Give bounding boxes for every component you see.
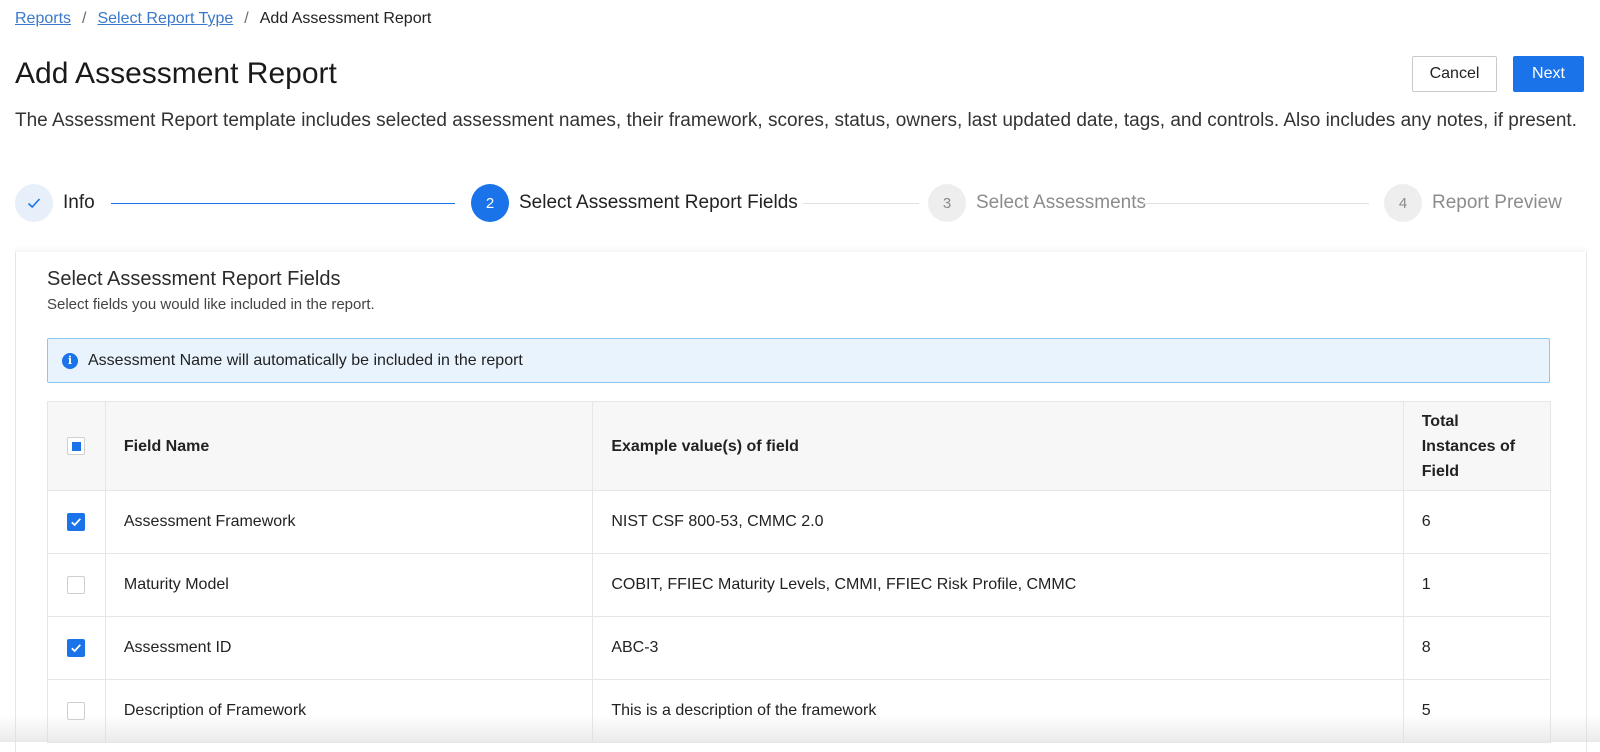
cancel-button[interactable]: Cancel	[1412, 56, 1497, 92]
field-total: 8	[1402, 616, 1552, 680]
column-header-total: Total Instances of Field	[1402, 401, 1552, 491]
column-header-field-name: Field Name	[104, 401, 594, 491]
step-label: Report Preview	[1432, 192, 1562, 213]
breadcrumb-separator: /	[82, 10, 87, 27]
field-name: Maturity Model	[104, 553, 594, 617]
page-description: The Assessment Report template includes …	[15, 110, 1577, 131]
breadcrumb-link-select-report-type[interactable]: Select Report Type	[97, 10, 233, 28]
breadcrumb-current: Add Assessment Report	[259, 10, 432, 27]
field-example: COBIT, FFIEC Maturity Levels, CMMI, FFIE…	[592, 553, 1404, 617]
fields-table: Field Name Example value(s) of field Tot…	[47, 401, 1552, 743]
table-row: Maturity Model COBIT, FFIEC Maturity Lev…	[47, 553, 1552, 617]
column-header-example: Example value(s) of field	[592, 401, 1404, 491]
step-report-preview[interactable]: 4 Report Preview	[1384, 184, 1562, 222]
table-row: Description of Framework This is a descr…	[47, 679, 1552, 743]
step-select-assessments[interactable]: 3 Select Assessments	[928, 184, 1146, 222]
section-title: Select Assessment Report Fields	[47, 268, 341, 290]
step-connector	[111, 203, 455, 204]
select-all-cell	[47, 401, 106, 491]
step-number: 2	[471, 184, 509, 222]
row-checkbox[interactable]	[67, 512, 86, 531]
step-info[interactable]: Info	[15, 184, 95, 222]
check-icon	[15, 184, 53, 222]
step-label: Select Assessment Report Fields	[519, 192, 798, 213]
step-select-fields[interactable]: 2 Select Assessment Report Fields	[471, 184, 798, 222]
info-banner: i Assessment Name will automatically be …	[47, 338, 1550, 383]
row-checkbox[interactable]	[67, 701, 86, 720]
step-label: Info	[63, 192, 95, 213]
step-number: 3	[928, 184, 966, 222]
table-header-row: Field Name Example value(s) of field Tot…	[47, 401, 1552, 491]
field-example: NIST CSF 800-53, CMMC 2.0	[592, 490, 1404, 554]
field-name: Description of Framework	[104, 679, 594, 743]
row-checkbox-cell	[47, 616, 106, 680]
step-connector	[1143, 203, 1369, 204]
next-button[interactable]: Next	[1513, 56, 1584, 92]
progress-stepper: Info 2 Select Assessment Report Fields 3…	[15, 184, 1585, 224]
check-icon	[71, 518, 82, 527]
field-example: This is a description of the framework	[592, 679, 1404, 743]
info-banner-text: Assessment Name will automatically be in…	[88, 351, 523, 369]
row-checkbox[interactable]	[67, 638, 86, 657]
field-total: 6	[1402, 490, 1552, 554]
breadcrumb: Reports / Select Report Type / Add Asses…	[15, 10, 431, 28]
select-all-checkbox[interactable]	[67, 437, 86, 456]
field-total: 1	[1402, 553, 1552, 617]
info-icon: i	[62, 352, 78, 369]
row-checkbox-cell	[47, 553, 106, 617]
step-label: Select Assessments	[976, 192, 1147, 213]
check-icon	[71, 644, 82, 653]
field-name: Assessment Framework	[104, 490, 594, 554]
field-name: Assessment ID	[104, 616, 594, 680]
field-example: ABC-3	[592, 616, 1404, 680]
row-checkbox-cell	[47, 490, 106, 554]
table-row: Assessment Framework NIST CSF 800-53, CM…	[47, 490, 1552, 554]
step-number: 4	[1384, 184, 1422, 222]
breadcrumb-separator: /	[244, 10, 249, 27]
step-connector	[803, 203, 919, 204]
row-checkbox-cell	[47, 679, 106, 743]
field-total: 5	[1402, 679, 1552, 743]
section-subtitle: Select fields you would like included in…	[47, 296, 375, 313]
page-title: Add Assessment Report	[15, 57, 337, 90]
table-row: Assessment ID ABC-3 8	[47, 616, 1552, 680]
row-checkbox[interactable]	[67, 575, 86, 594]
breadcrumb-link-reports[interactable]: Reports	[15, 10, 71, 28]
